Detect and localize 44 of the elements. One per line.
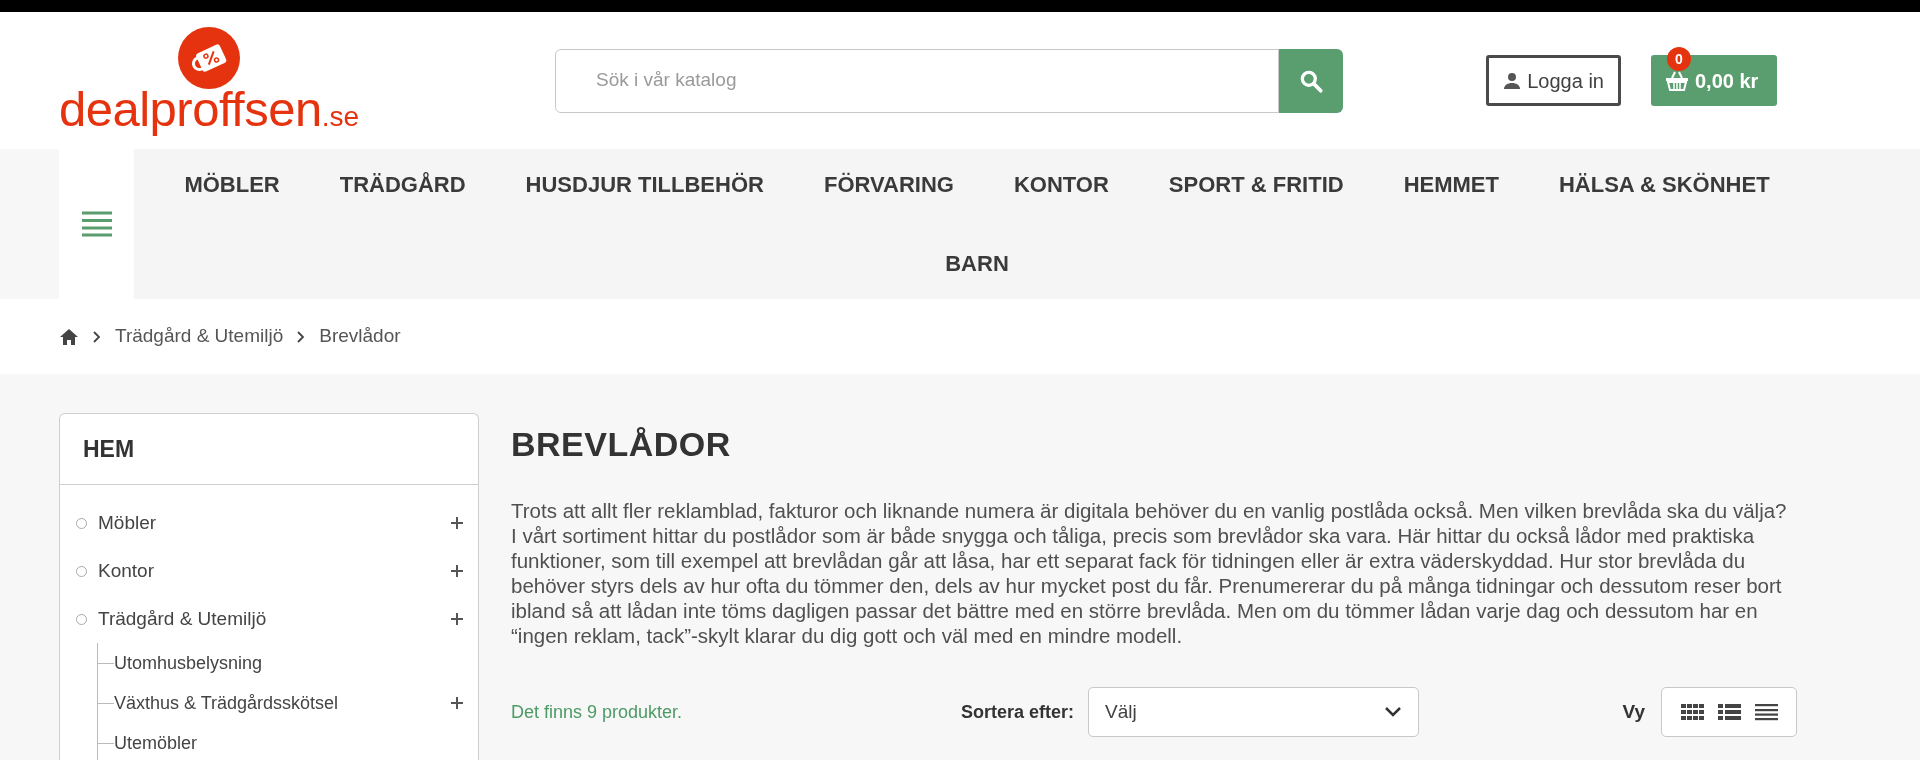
user-icon (1503, 71, 1522, 90)
table-view-icon[interactable] (1754, 703, 1778, 721)
menu-icon (81, 211, 112, 237)
category-link[interactable]: Möbler (98, 508, 157, 538)
sort-label: Sortera efter: (961, 700, 1075, 724)
plus-icon[interactable] (450, 516, 464, 530)
basket-icon (1665, 70, 1689, 91)
nav-link[interactable]: HEMMET (1373, 168, 1529, 201)
chevron-right-icon (93, 330, 101, 343)
plus-icon[interactable] (450, 696, 464, 710)
product-count: Det finns 9 produkter. (511, 700, 684, 724)
category-link[interactable]: Kontor (98, 556, 154, 586)
chevron-right-icon (297, 330, 306, 343)
search-button[interactable] (1279, 48, 1343, 113)
login-button[interactable]: Logga in (1486, 55, 1621, 106)
sidebar-title: HEM (60, 414, 478, 485)
category-title: BREVLÅDOR (511, 424, 732, 465)
nav-link[interactable]: TRÄDGÅRD (309, 168, 496, 201)
subcategory-link[interactable]: Utomhusbelysning (114, 649, 263, 677)
category-link[interactable]: Trädgård & Utemiljö (98, 604, 267, 634)
cart-count-badge: 0 (1667, 47, 1691, 71)
list-view-icon[interactable] (1717, 703, 1741, 721)
subcategory-link[interactable]: Växthus & Trädgårdsskötsel (114, 689, 339, 717)
nav-link[interactable]: KONTOR (983, 168, 1139, 201)
breadcrumb-link[interactable]: Brevlådor (319, 322, 401, 351)
search-field[interactable]: Sök i vår katalog (555, 48, 1279, 113)
nav-link[interactable]: HUSDJUR TILLBEHÖR (495, 168, 794, 201)
nav-link[interactable]: FÖRVARING (793, 168, 984, 201)
home-icon[interactable] (59, 327, 79, 346)
nav-link[interactable]: SPORT & FRITID (1138, 168, 1374, 201)
sort-select[interactable]: Välj (1088, 687, 1420, 737)
view-label: Vy (1622, 699, 1645, 724)
subcategory-link[interactable]: Utemöbler (114, 729, 198, 757)
plus-icon[interactable] (450, 612, 464, 626)
logo-text[interactable]: dealproffsen.se (58, 85, 360, 138)
breadcrumb-link[interactable]: Trädgård & Utemiljö (115, 322, 284, 351)
category-description: Trots att allt fler reklamblad, fakturor och liknande numera är digitala behöver du en vanlig postlåda också. Men vilken brevlåda ska du välja? I vårt sortiment hittar du postlådor som är både snygga och tåliga, precis som brevlådor ska vara. Här hittar du också lådor med praktiska funktioner, som till exempel att brevlådan går att låsa, har ett separat fack för tidningen eller är extra väderskyddad. Hur stor brevlåda du behöver styrs dels av hur ofta du tömmer den, dels av hur mycket post du får. Prenumererar du på många tidningar och dessutom reser bort ibland så att lådan inte töms dagligen passar det bättre med en större brevlåda. Men om du tömmer lådan varje dag och dessutom har en “ingen reklam, tack”-skylt klarar du dig gott och väl med en mindre modell. (511, 498, 1788, 648)
nav-link[interactable]: HÄLSA & SKÖNHET (1528, 168, 1800, 201)
nav-link[interactable]: MÖBLER (154, 168, 310, 201)
logo-icon (178, 27, 240, 89)
nav-link[interactable]: BARN (915, 247, 1039, 280)
grid-view-icon[interactable] (1680, 703, 1704, 721)
chevron-down-icon (1384, 706, 1403, 718)
plus-icon[interactable] (450, 564, 464, 578)
